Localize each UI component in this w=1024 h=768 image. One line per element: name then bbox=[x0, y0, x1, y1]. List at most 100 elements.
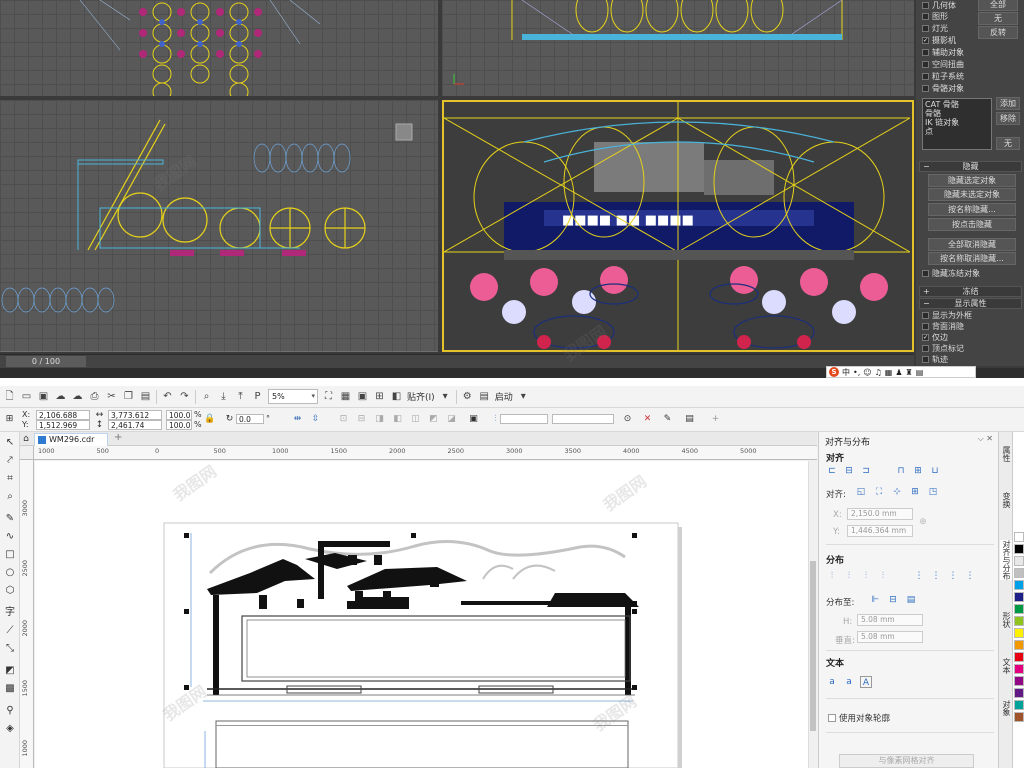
color-swatch[interactable] bbox=[1014, 628, 1024, 638]
filter-shapes[interactable]: 图形 bbox=[922, 11, 948, 22]
new-tab-icon[interactable]: + bbox=[114, 432, 122, 443]
align-right-icon[interactable]: ⊐ bbox=[860, 465, 872, 477]
align-x-field[interactable]: 2,150.0 mm bbox=[847, 508, 913, 520]
filter-bone-objects[interactable]: 骨骼对象 bbox=[922, 83, 964, 94]
snap-icon[interactable]: ◧ bbox=[390, 390, 403, 403]
remove-button[interactable]: 移除 bbox=[996, 112, 1020, 125]
vertex-ticks-option[interactable]: 顶点标记 bbox=[922, 343, 964, 354]
polygon-tool-icon[interactable]: ⬡ bbox=[3, 584, 17, 598]
filter-space-warps[interactable]: 空间扭曲 bbox=[922, 59, 964, 70]
viewport-left[interactable] bbox=[0, 100, 438, 352]
color-swatch[interactable] bbox=[1014, 556, 1024, 566]
add-icon[interactable]: + bbox=[710, 414, 721, 425]
color-swatch[interactable] bbox=[1014, 616, 1024, 626]
mirror-horizontal-icon[interactable]: ⇹ bbox=[292, 414, 303, 425]
color-swatch[interactable] bbox=[1014, 640, 1024, 650]
align-center-h-icon[interactable]: ⊟ bbox=[843, 465, 855, 477]
trajectory-option[interactable]: 轨迹 bbox=[922, 354, 948, 365]
scale-y-field[interactable]: 100.0 bbox=[166, 420, 192, 430]
checkbox[interactable] bbox=[922, 345, 929, 352]
scale-x-field[interactable]: 100.0 bbox=[166, 410, 192, 420]
checkbox[interactable] bbox=[922, 13, 929, 20]
distribute-right-icon[interactable]: ⫶ bbox=[877, 570, 889, 582]
cut-icon[interactable]: ✂ bbox=[105, 390, 118, 403]
ruler-origin[interactable] bbox=[20, 446, 34, 460]
checkbox[interactable] bbox=[922, 356, 929, 363]
all-button[interactable]: 全部 bbox=[978, 0, 1018, 11]
delete-guide-icon[interactable]: ✕ bbox=[642, 414, 653, 425]
redo-icon[interactable]: ↷ bbox=[178, 390, 191, 403]
add-button[interactable]: 添加 bbox=[996, 97, 1020, 110]
color-swatch[interactable] bbox=[1014, 664, 1024, 674]
text-bounding-box-icon[interactable]: A bbox=[860, 676, 872, 688]
zoom-tool-icon[interactable]: ⌕ bbox=[3, 490, 17, 504]
upload-cloud-icon[interactable]: ☁ bbox=[54, 390, 67, 403]
list-item[interactable]: 点 bbox=[925, 127, 989, 136]
use-outline-checkbox[interactable] bbox=[828, 714, 836, 722]
align-y-field[interactable]: 1,446.364 mm bbox=[847, 525, 913, 537]
rotation-angle-field[interactable]: 0.0 bbox=[236, 414, 264, 424]
align-to-pixel-grid-button[interactable]: 与像素网格对齐 bbox=[839, 754, 974, 768]
checkbox-checked[interactable]: ✓ bbox=[922, 37, 929, 44]
hide-unselected-button[interactable]: 隐藏未选定对象 bbox=[928, 188, 1016, 201]
align-top-icon[interactable]: ⊓ bbox=[895, 465, 907, 477]
x-position-field[interactable]: 2,106.688 mm bbox=[36, 410, 90, 429]
unhide-all-button[interactable]: 全部取消隐藏 bbox=[928, 238, 1016, 251]
checkbox[interactable] bbox=[922, 270, 929, 277]
color-swatch[interactable] bbox=[1014, 688, 1024, 698]
zoom-level-select[interactable]: 5% ▾ bbox=[268, 389, 318, 404]
color-swatch[interactable] bbox=[1014, 676, 1024, 686]
chevron-down-icon[interactable]: ▾ bbox=[517, 390, 530, 403]
keyboard-icon[interactable]: ▦ bbox=[885, 368, 893, 377]
checkbox[interactable] bbox=[922, 2, 929, 9]
new-document-icon[interactable]: 🗋 bbox=[3, 390, 16, 403]
text-first-baseline-icon[interactable]: a bbox=[826, 676, 838, 688]
y-position-field[interactable]: 1,512.969 mm bbox=[36, 420, 90, 439]
line-style-select[interactable] bbox=[552, 414, 614, 424]
intersect-icon[interactable]: ◪ bbox=[446, 414, 457, 425]
tab-align-distribute[interactable]: 对齐与分布 bbox=[1000, 540, 1012, 580]
pin-icon[interactable]: ⌵ bbox=[978, 434, 984, 443]
connector-tool-icon[interactable]: ⤡ bbox=[3, 642, 17, 656]
distribute-center-h-icon[interactable]: ⫶ bbox=[843, 570, 855, 582]
paste-icon[interactable]: ▤ bbox=[139, 390, 152, 403]
display-props-rollout-header[interactable]: − 显示属性 bbox=[919, 298, 1022, 309]
transparency-icon[interactable]: ▩ bbox=[3, 682, 17, 696]
full-screen-icon[interactable]: ⛶ bbox=[322, 390, 335, 403]
chevron-down-icon[interactable]: ▾ bbox=[439, 390, 452, 403]
eyedropper-icon[interactable]: ⚲ bbox=[3, 704, 17, 718]
align-left-icon[interactable]: ⊏ bbox=[826, 465, 838, 477]
distribute-to-selection-icon[interactable]: ⊩ bbox=[869, 594, 881, 606]
align-to-page-center-icon[interactable]: ⊹ bbox=[891, 486, 903, 498]
rulers-icon[interactable]: ▦ bbox=[339, 390, 352, 403]
color-swatch[interactable] bbox=[1014, 532, 1024, 542]
color-swatch[interactable] bbox=[1014, 544, 1024, 554]
tab-objects[interactable]: 对象 bbox=[1000, 700, 1012, 716]
dimension-tool-icon[interactable]: ⟋ bbox=[3, 624, 17, 638]
microphone-icon[interactable]: ♫ bbox=[875, 368, 882, 377]
hide-rollout-header[interactable]: − 隐藏 bbox=[919, 161, 1022, 172]
shirt-icon[interactable]: ♜ bbox=[906, 368, 913, 377]
freehand-tool-icon[interactable]: ✎ bbox=[3, 512, 17, 526]
selection-list[interactable]: CAT 骨骼 骨骼 IK 链对象 点 bbox=[922, 98, 992, 150]
docker-controls[interactable]: ⌵ ✕ bbox=[978, 434, 993, 444]
tab-properties[interactable]: 属性 bbox=[1000, 446, 1012, 462]
viewport-front[interactable] bbox=[442, 0, 914, 96]
artistic-media-icon[interactable]: ∿ bbox=[3, 530, 17, 544]
checkbox[interactable] bbox=[922, 312, 929, 319]
drop-shadow-icon[interactable]: ◩ bbox=[3, 664, 17, 678]
options-gear-icon[interactable]: ⚙ bbox=[461, 390, 474, 403]
open-folder-icon[interactable]: ▭ bbox=[20, 390, 33, 403]
drawing-canvas[interactable] bbox=[35, 461, 808, 768]
horizontal-ruler[interactable]: 1000 500 0 500 1000 1500 2000 2500 3000 3500 4000 4… bbox=[34, 446, 817, 460]
checkbox-checked[interactable]: ✓ bbox=[922, 334, 929, 341]
viewport-top[interactable] bbox=[0, 0, 438, 96]
height-field[interactable]: 2,461.74 mm bbox=[108, 420, 162, 439]
wrap-text-icon[interactable]: ⊙ bbox=[622, 414, 633, 425]
distribute-v-spacing-field[interactable]: 5.08 mm bbox=[857, 631, 923, 643]
launch-button[interactable]: 启动 bbox=[495, 390, 513, 403]
unhide-by-name-button[interactable]: 按名称取消隐藏... bbox=[928, 252, 1016, 265]
checkbox[interactable] bbox=[922, 61, 929, 68]
none-button[interactable]: 无 bbox=[978, 12, 1018, 25]
list-item[interactable]: CAT 骨骼 bbox=[925, 100, 989, 109]
